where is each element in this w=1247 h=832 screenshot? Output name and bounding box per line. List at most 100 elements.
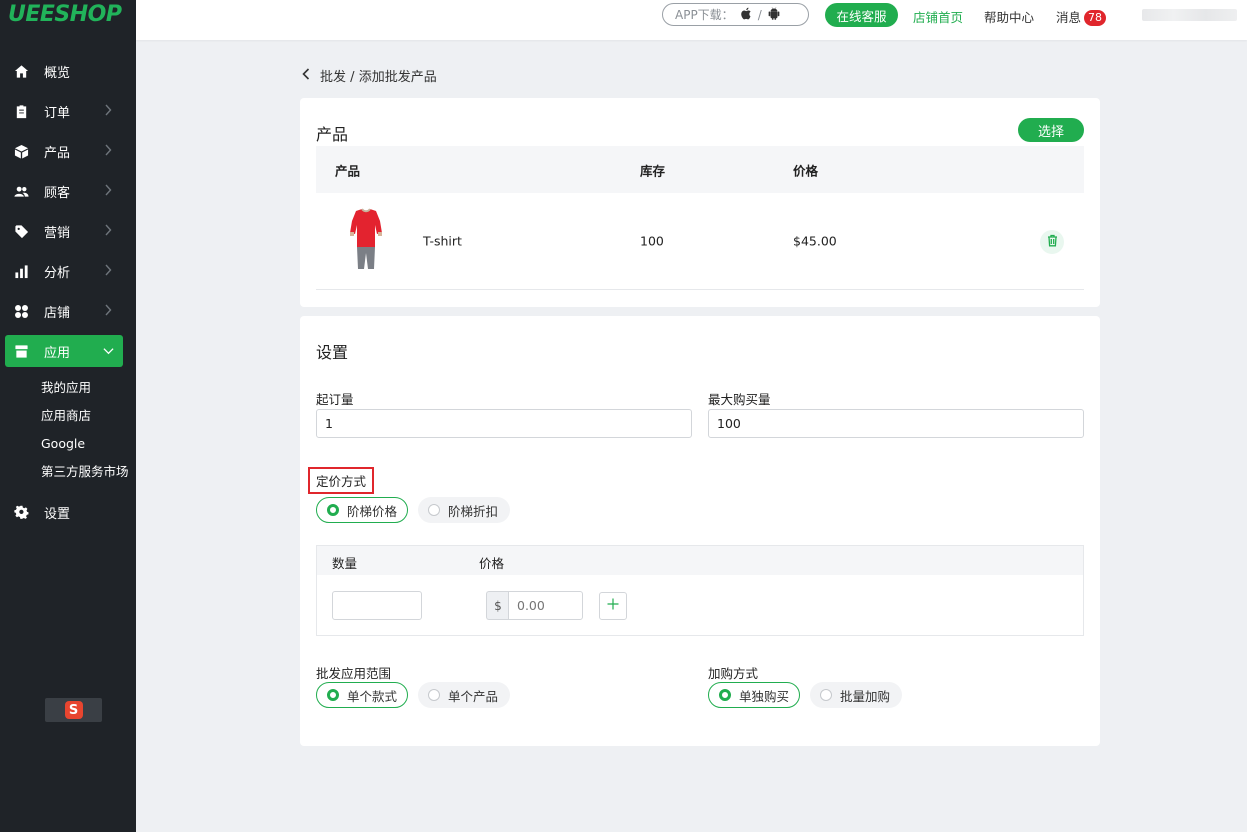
- pricing-method-label: 定价方式: [308, 467, 374, 494]
- help-center-link[interactable]: 帮助中心: [984, 7, 1034, 26]
- sidebar-item-overview[interactable]: 概览: [0, 51, 136, 91]
- input-method-toolbar[interactable]: S: [45, 698, 102, 722]
- plus-icon: [607, 598, 619, 614]
- chevron-right-icon: [104, 264, 114, 278]
- chevron-right-icon: [104, 224, 114, 238]
- breadcrumb-separator: /: [350, 70, 355, 85]
- product-card-title: 产品: [316, 125, 349, 144]
- sidebar-item-label: 订单: [44, 105, 71, 121]
- product-stock: 100: [640, 233, 664, 249]
- messages-link[interactable]: 消息 78: [1056, 7, 1107, 26]
- sidebar-item-products[interactable]: 产品: [0, 131, 136, 171]
- sidebar: UEESHOP 概览 订单 产品 顾客 营销 分析 店铺 应用 我的应用 应用商…: [0, 0, 136, 832]
- pricing-option-tiered-discount[interactable]: 阶梯折扣: [418, 497, 510, 523]
- breadcrumb-current: 添加批发产品: [358, 70, 437, 85]
- home-icon: [13, 63, 29, 79]
- tag-icon: [13, 223, 29, 239]
- delete-product-button[interactable]: [1040, 230, 1064, 254]
- settings-card-title: 设置: [316, 343, 349, 362]
- radio-checked-icon: [719, 689, 731, 701]
- submenu-app-store[interactable]: 应用商店: [41, 402, 136, 430]
- scope-option-single-variant[interactable]: 单个款式: [316, 682, 408, 708]
- radio-checked-icon: [327, 689, 339, 701]
- column-header-price: 价格: [479, 556, 505, 571]
- product-card: 产品 选择 产品 库存 价格 T-shirt 100 $45.00: [300, 98, 1100, 307]
- submenu-third-party-market[interactable]: 第三方服务市场: [41, 458, 136, 486]
- chevron-down-icon: [103, 344, 114, 358]
- user-account-blurred[interactable]: [1142, 9, 1237, 21]
- pricing-option-tiered-price[interactable]: 阶梯价格: [316, 497, 408, 523]
- column-header-quantity: 数量: [332, 556, 358, 571]
- product-price: $45.00: [793, 233, 837, 249]
- select-product-button[interactable]: 选择: [1018, 118, 1084, 142]
- sidebar-item-label: 店铺: [44, 305, 71, 321]
- messages-count-badge: 78: [1084, 10, 1107, 26]
- settings-card: 设置 起订量 1 最大购买量 100 定价方式 阶梯价格 阶梯折扣 数量 价格 …: [300, 316, 1100, 746]
- sidebar-item-orders[interactable]: 订单: [0, 91, 136, 131]
- sidebar-item-label: 营销: [44, 225, 71, 241]
- box-icon: [13, 143, 29, 159]
- clipboard-icon: [13, 103, 29, 119]
- store-home-link[interactable]: 店铺首页: [913, 7, 963, 26]
- sidebar-item-label: 概览: [44, 65, 71, 81]
- max-purchase-label: 最大购买量: [708, 392, 771, 407]
- purchase-option-individual[interactable]: 单独购买: [708, 682, 800, 708]
- sidebar-item-marketing[interactable]: 营销: [0, 211, 136, 251]
- grid-icon: [13, 303, 29, 319]
- sidebar-item-label: 应用: [44, 345, 71, 361]
- back-arrow-icon[interactable]: [302, 67, 310, 84]
- chevron-right-icon: [104, 104, 114, 118]
- android-icon[interactable]: [768, 6, 780, 23]
- users-icon: [13, 183, 29, 199]
- sidebar-item-label: 分析: [44, 265, 71, 281]
- tier-table-header: 数量 价格: [317, 546, 1083, 575]
- radio-checked-icon: [327, 504, 339, 516]
- app-download-pill[interactable]: APP下载： /: [662, 3, 809, 26]
- radio-label: 单个产品: [448, 688, 499, 704]
- radio-unchecked-icon: [428, 504, 440, 516]
- sidebar-item-customers[interactable]: 顾客: [0, 171, 136, 211]
- sogou-ime-icon: S: [64, 701, 83, 719]
- breadcrumb-parent[interactable]: 批发: [320, 70, 346, 85]
- sidebar-item-apps[interactable]: 应用: [5, 335, 123, 367]
- tier-pricing-table: 数量 价格 $: [316, 545, 1084, 636]
- top-bar: APP下载： / 在线客服 店铺首页 帮助中心 消息 78: [136, 0, 1247, 40]
- tier-price-input[interactable]: [508, 591, 583, 620]
- radio-unchecked-icon: [428, 689, 440, 701]
- sidebar-item-store[interactable]: 店铺: [0, 291, 136, 331]
- bar-chart-icon: [13, 263, 29, 279]
- radio-label: 阶梯折扣: [448, 503, 499, 519]
- store-icon: [13, 343, 29, 359]
- online-service-button[interactable]: 在线客服: [825, 3, 898, 27]
- submenu-google[interactable]: Google: [41, 430, 136, 458]
- sidebar-item-settings[interactable]: 设置: [0, 492, 136, 532]
- radio-label: 单独购买: [739, 688, 790, 704]
- sidebar-item-label: 顾客: [44, 185, 71, 201]
- radio-unchecked-icon: [820, 689, 832, 701]
- product-thumbnail: [346, 207, 386, 273]
- breadcrumb: 批发 / 添加批发产品: [302, 66, 437, 85]
- product-table-header: 产品 库存 价格: [316, 146, 1084, 193]
- product-name[interactable]: T-shirt: [423, 234, 462, 249]
- chevron-right-icon: [104, 304, 114, 318]
- trash-icon: [1047, 234, 1058, 250]
- max-purchase-input[interactable]: 100: [708, 409, 1084, 438]
- slash-separator: /: [757, 7, 762, 22]
- apps-submenu: 我的应用 应用商店 Google 第三方服务市场: [0, 371, 136, 492]
- submenu-my-apps[interactable]: 我的应用: [41, 374, 136, 402]
- sidebar-item-analytics[interactable]: 分析: [0, 251, 136, 291]
- min-order-input[interactable]: 1: [316, 409, 692, 438]
- gear-icon: [13, 504, 29, 520]
- min-order-label: 起订量: [316, 392, 354, 407]
- sidebar-item-label: 产品: [44, 145, 71, 161]
- add-tier-button[interactable]: [599, 592, 627, 620]
- logo[interactable]: UEESHOP: [0, 0, 136, 40]
- radio-label: 批量加购: [840, 688, 891, 704]
- radio-label: 阶梯价格: [347, 503, 398, 519]
- tier-quantity-input[interactable]: [332, 591, 422, 620]
- scope-option-single-product[interactable]: 单个产品: [418, 682, 510, 708]
- purchase-option-bulk[interactable]: 批量加购: [810, 682, 902, 708]
- purchase-method-label: 加购方式: [708, 666, 759, 681]
- apple-icon[interactable]: [740, 7, 752, 23]
- sidebar-item-label: 设置: [44, 506, 71, 522]
